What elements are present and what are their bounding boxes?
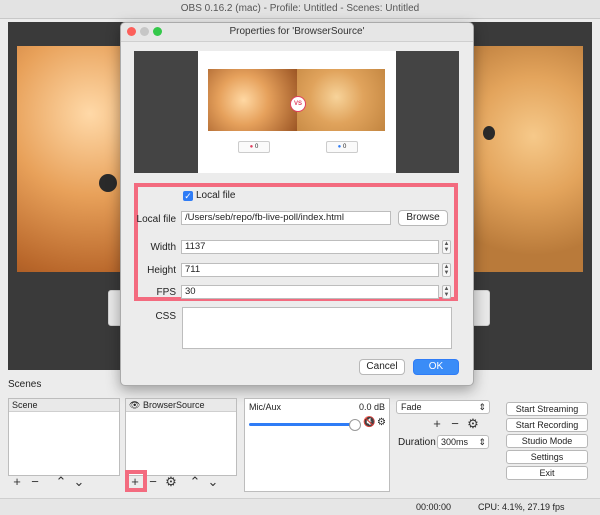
studio-mode-button[interactable]: Studio Mode <box>506 434 588 448</box>
dog-image <box>473 46 583 272</box>
height-label: Height <box>147 265 176 276</box>
fps-input[interactable]: 30 <box>181 285 439 299</box>
local-file-label: Local file <box>136 214 176 225</box>
close-window-button[interactable] <box>127 27 136 36</box>
fps-stepper[interactable]: ▲ ▼ <box>442 285 451 299</box>
zoom-window-button[interactable] <box>153 27 162 36</box>
source-item[interactable]: 👁 BrowserSource <box>126 399 236 412</box>
add-source-highlight <box>125 470 147 492</box>
vote-button-dog: ● 0 <box>326 141 358 153</box>
duration-stepper-icon: ⇕ <box>478 437 486 447</box>
transition-select[interactable]: Fade ⇕ <box>396 400 490 414</box>
start-streaming-button[interactable]: Start Streaming <box>506 402 588 416</box>
dialog-title: Properties for 'BrowserSource' <box>229 26 365 37</box>
add-transition-button[interactable]: + <box>428 414 446 434</box>
scenes-toolbar: + − ⌃ ⌄ <box>8 472 88 492</box>
stream-time: 00:00:00 <box>416 502 452 512</box>
eye-icon[interactable]: 👁 <box>129 400 140 410</box>
status-bar: 00:00:00 CPU: 4.1%, 27.19 fps <box>0 498 600 515</box>
volume-slider-knob[interactable] <box>349 419 361 431</box>
properties-dialog: Properties for 'BrowserSource' VS ● 0 ● … <box>120 22 474 386</box>
poll-dog-image <box>297 69 385 131</box>
cpu-status: CPU: 4.1%, 27.19 fps <box>478 502 565 512</box>
local-file-checkbox-label: Local file <box>196 190 236 201</box>
mixer-gear-icon[interactable]: ⚙ <box>377 417 386 428</box>
width-input[interactable]: 1137 <box>181 240 439 254</box>
source-properties-gear-icon[interactable]: ⚙ <box>162 472 180 492</box>
dialog-preview: VS ● 0 ● 0 <box>134 51 459 173</box>
remove-scene-button[interactable]: − <box>26 472 44 492</box>
start-recording-button[interactable]: Start Recording <box>506 418 588 432</box>
css-textarea[interactable] <box>182 307 452 349</box>
mixer-source-name: Mic/Aux <box>249 402 282 412</box>
move-source-up-button[interactable]: ⌃ <box>186 472 204 492</box>
minimize-window-button[interactable] <box>140 27 149 36</box>
scene-item[interactable]: Scene <box>9 399 119 412</box>
move-scene-up-button[interactable]: ⌃ <box>52 472 70 492</box>
height-stepper[interactable]: ▲ ▼ <box>442 263 451 277</box>
mute-icon[interactable]: 🔇 <box>363 417 375 428</box>
scenes-heading: Scenes <box>8 379 42 390</box>
ok-button[interactable]: OK <box>413 359 459 375</box>
local-file-input[interactable]: /Users/seb/repo/fb-live-poll/index.html <box>181 211 391 225</box>
cancel-button[interactable]: Cancel <box>359 359 405 375</box>
browse-button[interactable]: Browse <box>398 210 448 226</box>
duration-input[interactable]: 300ms ⇕ <box>437 435 489 449</box>
poll-preview: VS ● 0 ● 0 <box>198 51 396 173</box>
move-scene-down-button[interactable]: ⌄ <box>70 472 88 492</box>
move-source-down-button[interactable]: ⌄ <box>204 472 222 492</box>
mixer-panel: Mic/Aux 0.0 dB 🔇 ⚙ <box>244 398 390 492</box>
vs-badge: VS <box>290 96 306 112</box>
remove-transition-button[interactable]: − <box>446 414 464 434</box>
width-stepper[interactable]: ▲ ▼ <box>442 240 451 254</box>
scenes-panel: Scene <box>8 398 120 476</box>
css-label: CSS <box>155 311 176 322</box>
height-input[interactable]: 711 <box>181 263 439 277</box>
transition-gear-icon[interactable]: ⚙ <box>464 414 482 434</box>
add-scene-button[interactable]: + <box>8 472 26 492</box>
transition-toolbar: + − ⚙ <box>428 414 482 434</box>
sources-panel: 👁 BrowserSource <box>125 398 237 476</box>
vote-button-cat: ● 0 <box>238 141 270 153</box>
select-arrows-icon: ⇕ <box>478 402 486 412</box>
fps-label: FPS <box>156 287 176 298</box>
window-title: OBS 0.16.2 (mac) - Profile: Untitled - S… <box>0 0 600 19</box>
width-label: Width <box>150 242 176 253</box>
mixer-level: 0.0 dB <box>358 402 385 412</box>
poll-cat-image <box>208 69 297 131</box>
exit-button[interactable]: Exit <box>506 466 588 480</box>
local-file-checkbox[interactable]: ✓ <box>183 191 193 201</box>
duration-label: Duration <box>398 437 436 448</box>
volume-slider[interactable] <box>249 423 355 426</box>
settings-button[interactable]: Settings <box>506 450 588 464</box>
dialog-titlebar: Properties for 'BrowserSource' <box>121 23 473 42</box>
